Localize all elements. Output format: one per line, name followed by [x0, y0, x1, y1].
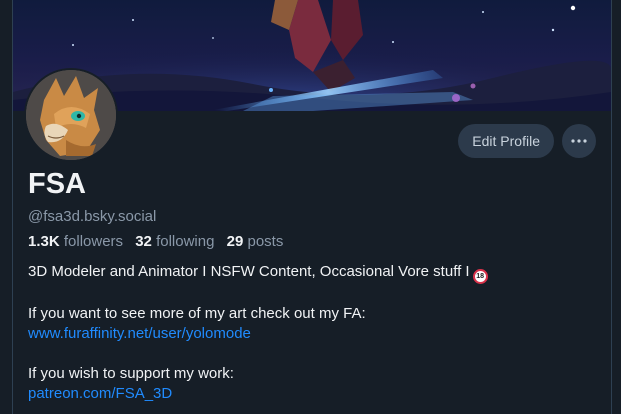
followers-label: followers — [63, 233, 124, 250]
posts-count: 29 — [226, 233, 244, 250]
followers-count: 1.3K — [28, 233, 60, 250]
ellipsis-icon — [571, 139, 587, 143]
page-left-edge — [0, 0, 13, 414]
patreon-link[interactable]: patreon.com/FSA_3D — [28, 385, 172, 402]
followers-stat[interactable]: 1.3K followers — [28, 233, 123, 250]
profile-handle: @fsa3d.bsky.social — [28, 208, 157, 225]
following-count: 32 — [135, 233, 152, 250]
edit-profile-button[interactable]: Edit Profile — [458, 124, 554, 158]
profile-actions: Edit Profile — [458, 124, 596, 158]
posts-stat: 29 posts — [227, 233, 284, 250]
bio-line: If you want to see more of my art check … — [28, 305, 366, 322]
display-name: FSA — [28, 168, 86, 200]
avatar[interactable] — [24, 68, 118, 162]
avatar-image — [26, 70, 116, 160]
18-plus-icon: 18 — [472, 269, 488, 284]
page-right-edge — [611, 0, 621, 414]
bio-line: 3D Modeler and Animator I NSFW Content, … — [28, 262, 588, 284]
furaffinity-link[interactable]: www.furaffinity.net/user/yolomode — [28, 325, 251, 342]
following-label: following — [156, 233, 215, 250]
posts-label: posts — [247, 233, 284, 250]
profile-bio: 3D Modeler and Animator I NSFW Content, … — [28, 262, 588, 404]
bio-line-text: 3D Modeler and Animator I NSFW Content, … — [28, 263, 470, 280]
following-stat[interactable]: 32 following — [135, 233, 214, 250]
more-options-button[interactable] — [562, 124, 596, 158]
bio-line: If you wish to support my work: — [28, 365, 234, 382]
profile-stats: 1.3K followers 32 following 29 posts — [28, 233, 291, 250]
